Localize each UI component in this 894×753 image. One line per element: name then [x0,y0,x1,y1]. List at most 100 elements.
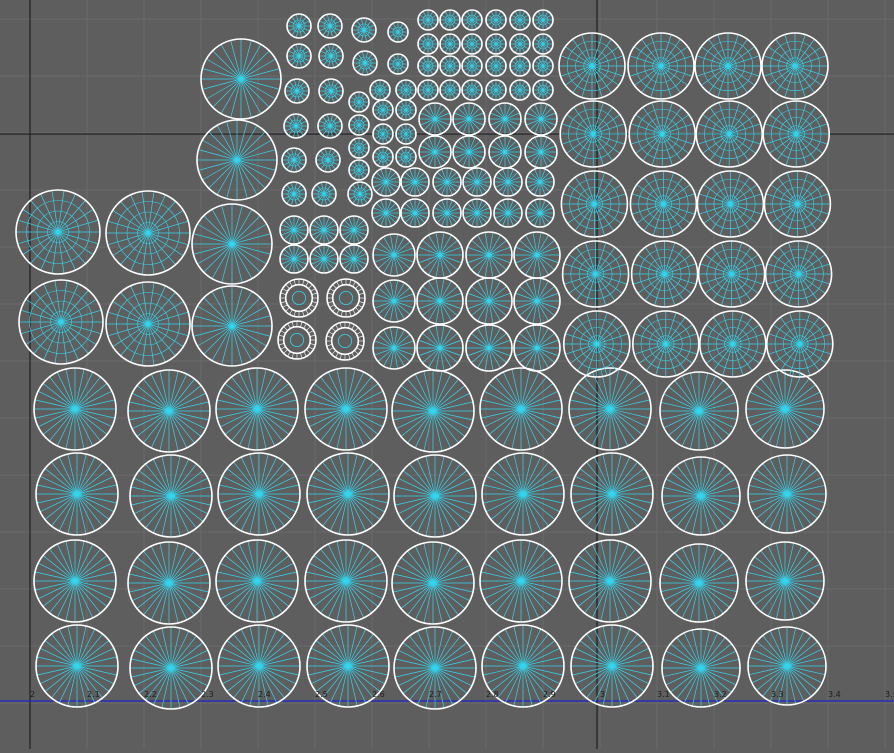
tiny-uv-island[interactable] [485,9,507,31]
right-uv-island[interactable] [694,32,762,100]
tiny-uv-island[interactable] [439,33,461,55]
small-uv-island[interactable] [339,244,369,274]
large-uv-island[interactable] [217,452,301,536]
small-uv-island[interactable] [279,215,309,245]
right-uv-island[interactable] [630,240,699,308]
large-uv-island[interactable] [127,541,211,625]
tiny-uv-island[interactable] [509,33,531,55]
large-uv-island[interactable] [659,543,739,623]
small-uv-island[interactable] [524,135,558,169]
tiny-uv-island[interactable] [509,79,531,101]
tiny-uv-island[interactable] [485,55,507,77]
mid-uv-island[interactable] [191,203,273,285]
tiny-uv-island[interactable] [461,33,483,55]
tiny-uv-island[interactable] [532,79,554,101]
large-uv-island[interactable] [747,626,827,706]
large-uv-island[interactable] [391,541,475,625]
tiny-uv-island[interactable] [417,33,439,55]
tiny-uv-island[interactable] [532,55,554,77]
small-uv-island[interactable] [462,198,492,228]
tiny-uv-island[interactable] [532,9,554,31]
tiny-uv-island[interactable] [417,79,439,101]
large-uv-island[interactable] [570,452,654,536]
right-uv-island[interactable] [698,310,767,378]
small-uv-island[interactable] [432,198,462,228]
small-uv-island[interactable] [452,102,486,136]
tiny-uv-island[interactable] [485,33,507,55]
large-uv-island[interactable] [659,371,739,451]
small-uv-island[interactable] [418,102,452,136]
tiny-uv-island[interactable] [439,9,461,31]
right-uv-island[interactable] [697,240,766,308]
small-uv-island[interactable] [488,135,522,169]
large-uv-island[interactable] [304,539,388,623]
large-uv-island[interactable] [479,539,563,623]
tiny-uv-island[interactable] [461,79,483,101]
large-uv-island[interactable] [661,628,741,708]
large-uv-island[interactable] [568,539,652,623]
tiny-uv-island[interactable] [372,146,394,168]
tiny-uv-island[interactable] [417,9,439,31]
tiny-uv-island[interactable] [348,114,370,136]
tiny-uv-island[interactable] [439,79,461,101]
tiny-uv-island[interactable] [461,9,483,31]
tiny-uv-island[interactable] [417,55,439,77]
small-uv-island[interactable] [432,167,462,197]
small-uv-island[interactable] [371,167,401,197]
small-uv-island[interactable] [493,167,523,197]
large-uv-island[interactable] [747,454,827,534]
small-uv-island[interactable] [339,215,369,245]
large-uv-island[interactable] [745,369,825,449]
small-uv-island[interactable] [371,198,401,228]
tiny-uv-island[interactable] [532,33,554,55]
small-uv-island[interactable] [400,167,430,197]
right-uv-island[interactable] [559,100,628,168]
small-uv-island[interactable] [525,167,555,197]
small-uv-island[interactable] [493,198,523,228]
large-uv-island[interactable] [570,624,654,708]
right-uv-island[interactable] [561,240,630,308]
large-uv-island[interactable] [661,456,741,536]
right-uv-island[interactable] [627,32,695,100]
mid-uv-island[interactable] [196,119,278,201]
right-uv-island[interactable] [763,170,832,238]
tiny-uv-island[interactable] [395,79,417,101]
mid-uv-island[interactable] [200,38,282,120]
large-uv-island[interactable] [35,452,119,536]
small-uv-island[interactable] [525,198,555,228]
tiny-uv-island[interactable] [369,79,391,101]
small-uv-island[interactable] [309,244,339,274]
large-uv-island[interactable] [306,452,390,536]
mid-uv-island[interactable] [191,285,273,367]
large-uv-island[interactable] [127,369,211,453]
right-uv-island[interactable] [631,310,700,378]
large-uv-island[interactable] [393,454,477,538]
large-uv-island[interactable] [568,367,652,451]
tiny-uv-island[interactable] [387,21,409,43]
small-uv-island[interactable] [462,167,492,197]
right-uv-island[interactable] [761,32,829,100]
right-uv-island[interactable] [562,310,631,378]
large-uv-island[interactable] [215,367,299,451]
large-uv-island[interactable] [391,369,475,453]
small-uv-island[interactable] [524,102,558,136]
right-uv-island[interactable] [629,170,698,238]
small-uv-island[interactable] [452,135,486,169]
large-uv-island[interactable] [33,539,117,623]
large-uv-island[interactable] [129,626,213,710]
tiny-uv-island[interactable] [372,99,394,121]
large-uv-island[interactable] [129,454,213,538]
tiny-uv-island[interactable] [395,123,417,145]
tiny-uv-island[interactable] [395,146,417,168]
right-uv-island[interactable] [762,100,831,168]
large-uv-island[interactable] [35,624,119,708]
uv-editor-viewport[interactable]: 2 2.1 2.2 2.3 2.4 2.5 2.6 2.7 2.8 2.9 3 3.1 3.2 3.3 3.… [0,0,894,749]
tiny-uv-island[interactable] [509,9,531,31]
right-uv-island[interactable] [695,100,764,168]
small-uv-island[interactable] [309,215,339,245]
large-uv-island[interactable] [33,367,117,451]
small-uv-island[interactable] [418,135,452,169]
tiny-uv-island[interactable] [395,99,417,121]
small-uv-island[interactable] [488,102,522,136]
tiny-uv-island[interactable] [485,79,507,101]
